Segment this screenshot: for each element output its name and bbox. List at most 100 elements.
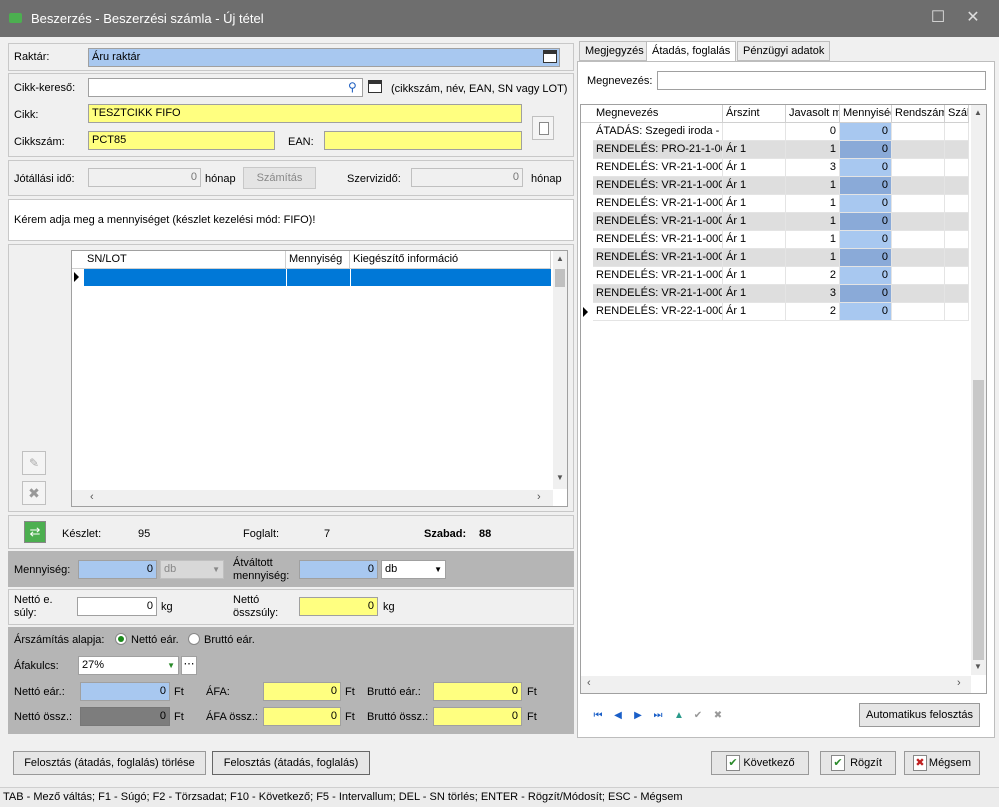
cell-rendszam[interactable] — [892, 159, 945, 177]
unit-select-2[interactable]: db ▼ — [381, 560, 446, 579]
cikk-field[interactable]: TESZTCIKK FIFO — [88, 104, 522, 123]
cell-rendszam[interactable] — [892, 195, 945, 213]
col-snlot[interactable]: SN/LOT — [84, 251, 286, 269]
cell-javasolt[interactable]: 2 — [786, 267, 840, 285]
cancel-icon[interactable]: ✖ — [711, 709, 725, 723]
cell-szall[interactable] — [945, 303, 969, 321]
cell-arszint[interactable]: Ár 1 — [723, 141, 786, 159]
nav-last-icon[interactable]: ⏭ — [651, 709, 665, 723]
cell-megnevezes[interactable]: RENDELÉS: VR-21-1-0001 — [593, 267, 723, 285]
cell-arszint[interactable]: Ár 1 — [723, 249, 786, 267]
rogzit-button[interactable]: ✔ Rögzít — [820, 751, 896, 775]
automatikus-felosztas-button[interactable]: Automatikus felosztás — [859, 703, 980, 727]
col-javasolt[interactable]: Javasolt m — [786, 105, 840, 123]
cell-arszint[interactable]: Ár 1 — [723, 285, 786, 303]
col-kiegeszito[interactable]: Kiegészítő információ — [350, 251, 551, 269]
allocation-row[interactable]: RENDELÉS: VR-21-1-0001 Ár 130 — [581, 285, 969, 303]
cell-javasolt[interactable]: 2 — [786, 303, 840, 321]
search-icon[interactable]: ⚲ — [348, 80, 360, 94]
allocation-row[interactable]: RENDELÉS: VR-21-1-0000 Ár 130 — [581, 159, 969, 177]
allocation-row[interactable]: RENDELÉS: VR-22-1-00005 Ár 120 — [581, 303, 969, 321]
right-megnevezes-input[interactable] — [657, 71, 986, 90]
col-mennyiseg-r[interactable]: Mennyiség — [840, 105, 892, 123]
nav-up-icon[interactable]: ▲ — [672, 709, 686, 723]
radio-brutto-label[interactable]: Bruttó eár. — [204, 634, 255, 646]
cell-arszint[interactable]: Ár 1 — [723, 303, 786, 321]
confirm-icon[interactable]: ✔ — [691, 709, 705, 723]
cell-szall[interactable] — [945, 177, 969, 195]
nav-next-icon[interactable]: ▶ — [631, 709, 645, 723]
netto-osszsuly-field[interactable]: 0 — [299, 597, 378, 616]
cell-mennyiseg[interactable]: 0 — [840, 249, 892, 267]
cell-megnevezes[interactable]: RENDELÉS: VR-21-1-0000 — [593, 159, 723, 177]
cell-mennyiseg[interactable]: 0 — [840, 303, 892, 321]
cell-mennyiseg[interactable]: 0 — [840, 141, 892, 159]
tab-megjegyzes[interactable]: Megjegyzés — [579, 41, 650, 61]
cell-javasolt[interactable]: 1 — [786, 195, 840, 213]
cell-szall[interactable] — [945, 195, 969, 213]
cell-mennyiseg[interactable]: 0 — [840, 231, 892, 249]
cikkkereso-input[interactable] — [88, 78, 363, 97]
cell-megnevezes[interactable]: RENDELÉS: VR-21-1-0001 — [593, 249, 723, 267]
allocation-row[interactable]: RENDELÉS: VR-21-1-0001 Ár 110 — [581, 195, 969, 213]
cell-rendszam[interactable] — [892, 123, 945, 141]
col-rendszam[interactable]: Rendszám — [892, 105, 945, 123]
cell-javasolt[interactable]: 1 — [786, 249, 840, 267]
nav-prev-icon[interactable]: ◀ — [611, 709, 625, 723]
cell-megnevezes[interactable]: ÁTADÁS: Szegedi iroda - Á — [593, 123, 723, 141]
sn-grid[interactable]: SN/LOT Mennyiség Kiegészítő információ ▲… — [71, 250, 568, 507]
cell-rendszam[interactable] — [892, 141, 945, 159]
cell-javasolt[interactable]: 0 — [786, 123, 840, 141]
allocation-grid[interactable]: Megnevezés Árszint Javasolt m Mennyiség … — [580, 104, 987, 694]
cell-szall[interactable] — [945, 249, 969, 267]
cell-mennyiseg[interactable]: 0 — [840, 285, 892, 303]
calendar-icon-2[interactable] — [368, 80, 382, 93]
cell-megnevezes[interactable]: RENDELÉS: VR-21-1-0001 — [593, 285, 723, 303]
refresh-icon[interactable]: ⇄ — [24, 521, 46, 543]
maximize-icon[interactable]: ☐ — [929, 9, 947, 27]
sn-grid-vscroll[interactable]: ▲ ▼ — [553, 251, 567, 489]
allocation-row[interactable]: RENDELÉS: VR-21-1-0001 Ár 120 — [581, 267, 969, 285]
cell-arszint[interactable]: Ár 1 — [723, 177, 786, 195]
allocation-row[interactable]: RENDELÉS: VR-21-1-0001 Ár 110 — [581, 249, 969, 267]
allocation-row[interactable]: ÁTADÁS: Szegedi iroda - Á 00 — [581, 123, 969, 141]
cell-megnevezes[interactable]: RENDELÉS: VR-21-1-0001 — [593, 195, 723, 213]
cell-mennyiseg[interactable]: 0 — [840, 195, 892, 213]
radio-brutto[interactable] — [188, 633, 200, 645]
radio-netto-label[interactable]: Nettó eár. — [131, 634, 179, 646]
cell-megnevezes[interactable]: RENDELÉS: VR-22-1-00005 — [593, 303, 723, 321]
cell-mennyiseg[interactable]: 0 — [840, 159, 892, 177]
allocation-row[interactable]: RENDELÉS: VR-21-1-0001 Ár 110 — [581, 231, 969, 249]
mennyiseg-input[interactable]: 0 — [78, 560, 157, 579]
document-icon[interactable] — [532, 116, 554, 140]
megsem-button[interactable]: ✖ Mégsem — [904, 751, 980, 775]
col-megnevezes[interactable]: Megnevezés — [593, 105, 723, 123]
cell-mennyiseg[interactable]: 0 — [840, 123, 892, 141]
allocation-row[interactable]: RENDELÉS: VR-21-1-0001 Ár 110 — [581, 213, 969, 231]
cell-szall[interactable] — [945, 213, 969, 231]
col-arszint[interactable]: Árszint — [723, 105, 786, 123]
brutto-ear-field[interactable]: 0 — [433, 682, 522, 701]
allocation-hscroll[interactable]: ‹ › — [581, 676, 971, 693]
cell-mennyiseg[interactable]: 0 — [840, 213, 892, 231]
nav-first-icon[interactable]: ⏮ — [591, 709, 605, 723]
cell-megnevezes[interactable]: RENDELÉS: VR-21-1-0001 — [593, 213, 723, 231]
col-szall[interactable]: Száll — [945, 105, 969, 123]
edit-icon[interactable]: ✎ — [22, 451, 46, 475]
cell-szall[interactable] — [945, 285, 969, 303]
cell-szall[interactable] — [945, 141, 969, 159]
cell-javasolt[interactable]: 3 — [786, 159, 840, 177]
cell-megnevezes[interactable]: RENDELÉS: VR-21-1-00009 — [593, 177, 723, 195]
cell-szall[interactable] — [945, 123, 969, 141]
cell-megnevezes[interactable]: RENDELÉS: VR-21-1-0001 — [593, 231, 723, 249]
afa-ossz-field[interactable]: 0 — [263, 707, 341, 726]
cell-megnevezes[interactable]: RENDELÉS: PRO-21-1-000 — [593, 141, 723, 159]
cell-rendszam[interactable] — [892, 213, 945, 231]
ean-field[interactable] — [324, 131, 522, 150]
allocation-row[interactable]: RENDELÉS: PRO-21-1-000 Ár 110 — [581, 141, 969, 159]
cell-szall[interactable] — [945, 267, 969, 285]
tab-penzugyi[interactable]: Pénzügyi adatok — [737, 41, 831, 61]
cell-rendszam[interactable] — [892, 249, 945, 267]
cikkszam-field[interactable]: PCT85 — [88, 131, 275, 150]
cell-mennyiseg[interactable]: 0 — [840, 267, 892, 285]
